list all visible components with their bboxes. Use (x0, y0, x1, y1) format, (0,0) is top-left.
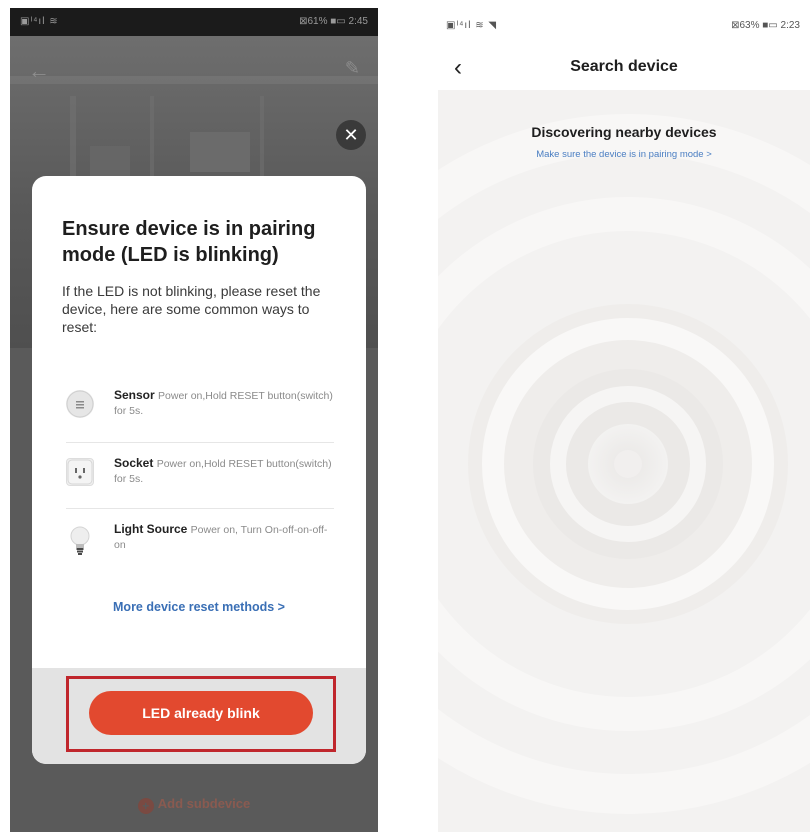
left-phone-screen: ▣ᴵ⁴ıl ≋ ⊠61% ■▭ 2:45 ← ✎ ✕ Ensure device… (10, 8, 378, 832)
close-icon: ✕ (343, 125, 359, 145)
reset-method-text: Light Source Power on, Turn On-off-on-of… (114, 522, 334, 553)
plus-icon: + (137, 798, 154, 814)
pairing-mode-hint-link[interactable]: Make sure the device is in pairing mode … (438, 149, 810, 160)
reset-method-name: Light Source (114, 522, 191, 536)
reset-method-sensor: Sensor Power on,Hold RESET button(switch… (66, 376, 334, 438)
reset-method-name: Socket (114, 456, 157, 470)
dialog-description: If the LED is not blinking, please reset… (62, 283, 321, 335)
pairing-mode-dialog: Ensure device is in pairing mode (LED is… (32, 176, 366, 764)
back-arrow-icon[interactable]: ← (28, 58, 50, 84)
divider (66, 508, 334, 509)
status-bar-left: ▣ᴵ⁴ıl ≋ ◥ (446, 20, 498, 31)
status-bar-left: ▣ᴵ⁴ıl ≋ (20, 16, 59, 27)
reset-method-name: Sensor (114, 388, 159, 402)
discovering-title: Discovering nearby devices (531, 124, 717, 140)
reset-method-light-source: Light Source Power on, Turn On-off-on-of… (66, 510, 334, 572)
status-bar-right: ⊠63% ■▭ 2:23 (731, 20, 800, 31)
led-already-blink-button[interactable]: LED already blink (89, 691, 313, 735)
reset-method-socket: Socket Power on,Hold RESET button(switch… (66, 444, 334, 506)
edit-icon[interactable]: ✎ (345, 58, 360, 79)
reset-method-text: Sensor Power on,Hold RESET button(switch… (114, 388, 334, 419)
divider (66, 442, 334, 443)
add-subdevice-label: Add subdevice (157, 796, 251, 811)
add-subdevice-button[interactable]: + Add subdevice (10, 796, 378, 814)
socket-icon (66, 458, 94, 486)
dialog-footer: LED already blink (32, 668, 366, 764)
status-bar-right: ⊠61% ■▭ 2:45 (299, 16, 368, 27)
nav-bar: ‹ Search device (438, 48, 810, 90)
sensor-icon (66, 390, 94, 418)
status-bar: ▣ᴵ⁴ıl ≋ ◥ ⊠63% ■▭ 2:23 (438, 8, 810, 48)
reset-method-text: Socket Power on,Hold RESET button(switch… (114, 456, 334, 487)
close-dialog-button[interactable]: ✕ (336, 120, 366, 150)
page-title: Search device (570, 58, 678, 75)
bulb-icon (66, 524, 94, 555)
radar-scan-animation (438, 114, 810, 814)
status-bar: ▣ᴵ⁴ıl ≋ ⊠61% ■▭ 2:45 (10, 8, 378, 36)
right-phone-screen: ▣ᴵ⁴ıl ≋ ◥ ⊠63% ■▭ 2:23 ‹ Search device D… (438, 8, 810, 832)
dialog-title: Ensure device is in pairing mode (LED is… (62, 218, 316, 266)
highlight-annotation-box: LED already blink (66, 676, 336, 752)
more-reset-methods-link[interactable]: More device reset methods > (32, 600, 366, 614)
